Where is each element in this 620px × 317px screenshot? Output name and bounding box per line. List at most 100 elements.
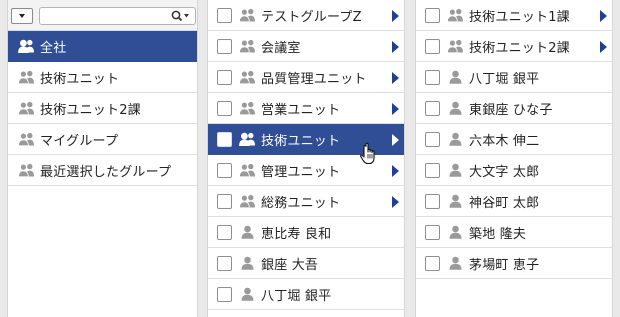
search-input[interactable] (42, 9, 170, 23)
row-label: 東銀座 ひな子 (469, 102, 553, 118)
row-label: 技術ユニット (40, 71, 120, 87)
select-checkbox[interactable] (217, 286, 232, 302)
row-label: 会議室 (261, 40, 301, 56)
row-label: 技術ユニット2課 (469, 40, 570, 56)
user-icon (449, 225, 462, 239)
expand-arrow-icon[interactable] (600, 10, 607, 22)
user-row[interactable]: 東銀座 ひな子 (416, 93, 612, 124)
group-icon (239, 132, 255, 146)
group-row[interactable]: 総務ユニット (208, 186, 404, 217)
user-row[interactable]: 八丁堀 銀平 (208, 279, 404, 310)
select-checkbox[interactable] (425, 193, 440, 209)
expand-arrow-icon[interactable] (392, 196, 399, 208)
row-label: 最近選択したグループ (40, 164, 172, 180)
expand-arrow-icon[interactable] (392, 10, 399, 22)
expand-arrow-icon[interactable] (392, 134, 399, 146)
group-icon (239, 8, 255, 22)
row-label: テストグループZ (261, 9, 362, 25)
select-checkbox[interactable] (425, 100, 440, 116)
user-row[interactable]: 築地 隆夫 (416, 217, 612, 248)
row-label: 技術ユニット (261, 133, 341, 149)
select-checkbox[interactable] (217, 100, 232, 116)
row-label: 築地 隆夫 (469, 226, 527, 242)
user-icon (449, 70, 462, 84)
row-label: 品質管理ユニット (261, 71, 367, 87)
user-icon (241, 287, 254, 301)
group-row[interactable]: 技術ユニット2課 (8, 93, 197, 124)
group-icon (239, 194, 255, 208)
group-icon (447, 39, 463, 53)
group-row[interactable]: 品質管理ユニット (208, 62, 404, 93)
select-checkbox[interactable] (217, 7, 232, 23)
expand-arrow-icon[interactable] (392, 165, 399, 177)
user-row[interactable]: 茅場町 恵子 (416, 248, 612, 279)
row-label: 八丁堀 銀平 (261, 288, 332, 304)
user-row[interactable]: 神谷町 太郎 (416, 186, 612, 217)
group-icon (239, 163, 255, 177)
group-row[interactable]: 最近選択したグループ (8, 155, 197, 186)
hand-pointer-cursor (360, 142, 375, 165)
user-row[interactable]: 恵比寿 良和 (208, 217, 404, 248)
row-label: 神谷町 太郎 (469, 195, 540, 211)
group-row[interactable]: 営業ユニット (208, 93, 404, 124)
user-icon (449, 194, 462, 208)
user-icon (449, 101, 462, 115)
user-row[interactable]: 六本木 伸二 (416, 124, 612, 155)
expand-arrow-icon[interactable] (392, 41, 399, 53)
row-label: 営業ユニット (261, 102, 341, 118)
user-row[interactable]: 八丁堀 銀平 (416, 62, 612, 93)
user-row[interactable]: 大文字 太郎 (416, 155, 612, 186)
search-field[interactable] (39, 7, 196, 25)
row-label: マイグループ (40, 133, 119, 149)
sub-group-member-pane: 技術ユニット1課技術ユニット2課 八丁堀 銀平 東銀座 ひな子 六本木 伸二 大文字 太… (415, 0, 613, 317)
row-label: 銀座 大吾 (261, 257, 319, 273)
user-row[interactable]: 銀座 大吾 (208, 248, 404, 279)
select-checkbox[interactable] (425, 224, 440, 240)
row-label: 全社 (40, 40, 67, 56)
select-checkbox[interactable] (217, 38, 232, 54)
select-checkbox[interactable] (217, 224, 232, 240)
select-checkbox[interactable] (425, 38, 440, 54)
expand-arrow-icon[interactable] (600, 41, 607, 53)
group-icon (18, 163, 34, 177)
select-checkbox[interactable] (425, 7, 440, 23)
group-icon (18, 70, 34, 84)
group-row[interactable]: 技術ユニット1課 (416, 0, 612, 31)
row-label: 八丁堀 銀平 (469, 71, 540, 87)
select-checkbox[interactable] (217, 162, 232, 178)
group-source-pane: 全社技術ユニット技術ユニット2課 マイグループ最近選択したグループ (7, 0, 198, 317)
group-icon (18, 101, 34, 115)
group-icon (447, 8, 463, 22)
select-checkbox[interactable] (217, 69, 232, 85)
select-checkbox[interactable] (217, 131, 232, 147)
select-checkbox[interactable] (217, 193, 232, 209)
user-icon (449, 163, 462, 177)
select-checkbox[interactable] (217, 255, 232, 271)
row-label: 恵比寿 良和 (261, 226, 332, 242)
select-checkbox[interactable] (425, 255, 440, 271)
group-row[interactable]: マイグループ (8, 124, 197, 155)
group-row[interactable]: 会議室 (208, 31, 404, 62)
select-checkbox[interactable] (425, 69, 440, 85)
group-icon (18, 39, 34, 53)
group-row[interactable]: 技術ユニット2課 (416, 31, 612, 62)
search-icon[interactable] (171, 10, 191, 22)
group-row[interactable]: 全社 (8, 31, 197, 62)
user-icon (449, 132, 462, 146)
group-row[interactable]: テストグループZ (208, 0, 404, 31)
row-label: 大文字 太郎 (469, 164, 540, 180)
user-icon (449, 256, 462, 270)
group-icon (239, 101, 255, 115)
group-icon (239, 39, 255, 53)
expand-arrow-icon[interactable] (392, 72, 399, 84)
row-label: 茅場町 恵子 (469, 257, 540, 273)
select-checkbox[interactable] (425, 131, 440, 147)
row-label: 総務ユニット (261, 195, 341, 211)
dropdown-icon[interactable] (11, 8, 33, 24)
row-label: 技術ユニット2課 (40, 102, 141, 118)
expand-arrow-icon[interactable] (392, 103, 399, 115)
group-row[interactable]: 技術ユニット (8, 62, 197, 93)
user-icon (241, 256, 254, 270)
row-label: 六本木 伸二 (469, 133, 540, 149)
select-checkbox[interactable] (425, 162, 440, 178)
